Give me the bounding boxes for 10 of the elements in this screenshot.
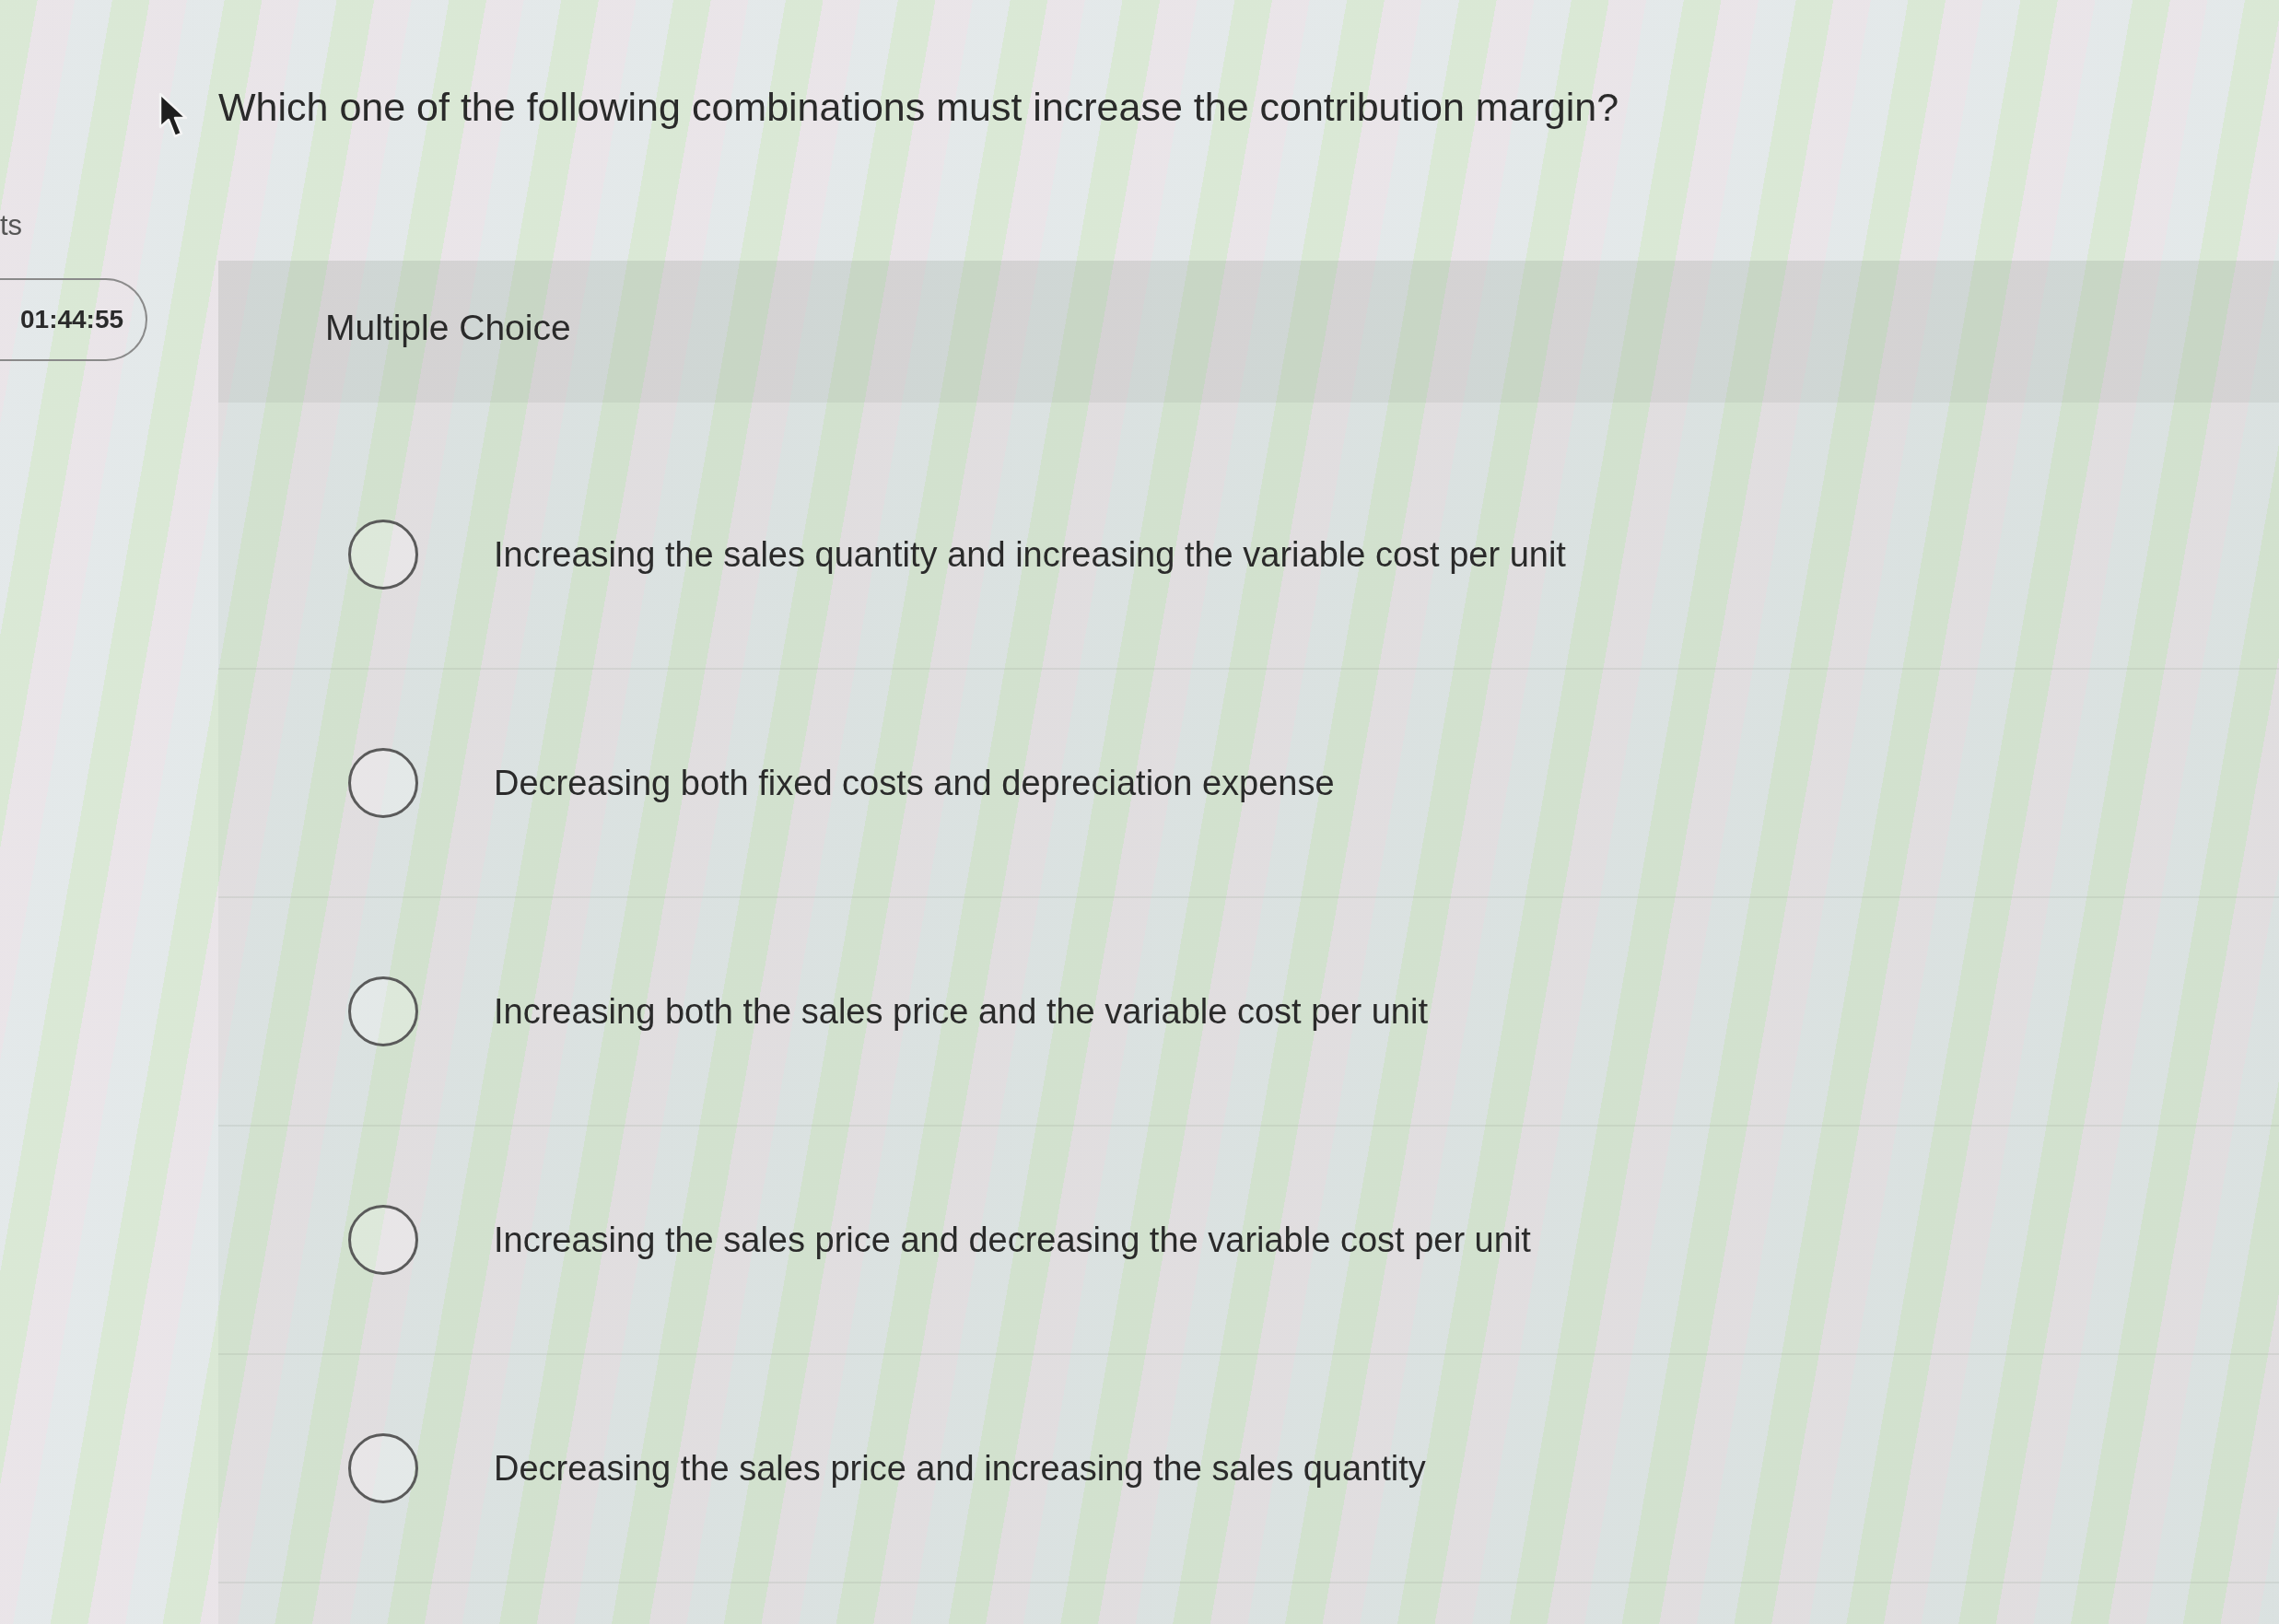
answer-option-text[interactable]: Increasing both the sales price and the variable cost per unit <box>494 990 1428 1033</box>
timer: 01:44:55 <box>0 278 147 361</box>
question-text: Which one of the following combinations must increase the contribution margin? <box>218 84 1619 131</box>
question-type-label: Multiple Choice <box>325 308 571 347</box>
answer-option-text[interactable]: Decreasing both fixed costs and depreciation expense <box>494 762 1335 804</box>
mouse-pointer-icon <box>158 92 188 140</box>
side-label: ts <box>0 210 23 241</box>
answer-option-text[interactable]: Decreasing the sales price and increasing the sales quantity <box>494 1447 1426 1490</box>
answer-option-text[interactable]: Increasing the sales quantity and increasing the variable cost per unit <box>494 533 1566 576</box>
answer-option-text[interactable]: Increasing the sales price and decreasing the variable cost per unit <box>494 1219 1531 1261</box>
